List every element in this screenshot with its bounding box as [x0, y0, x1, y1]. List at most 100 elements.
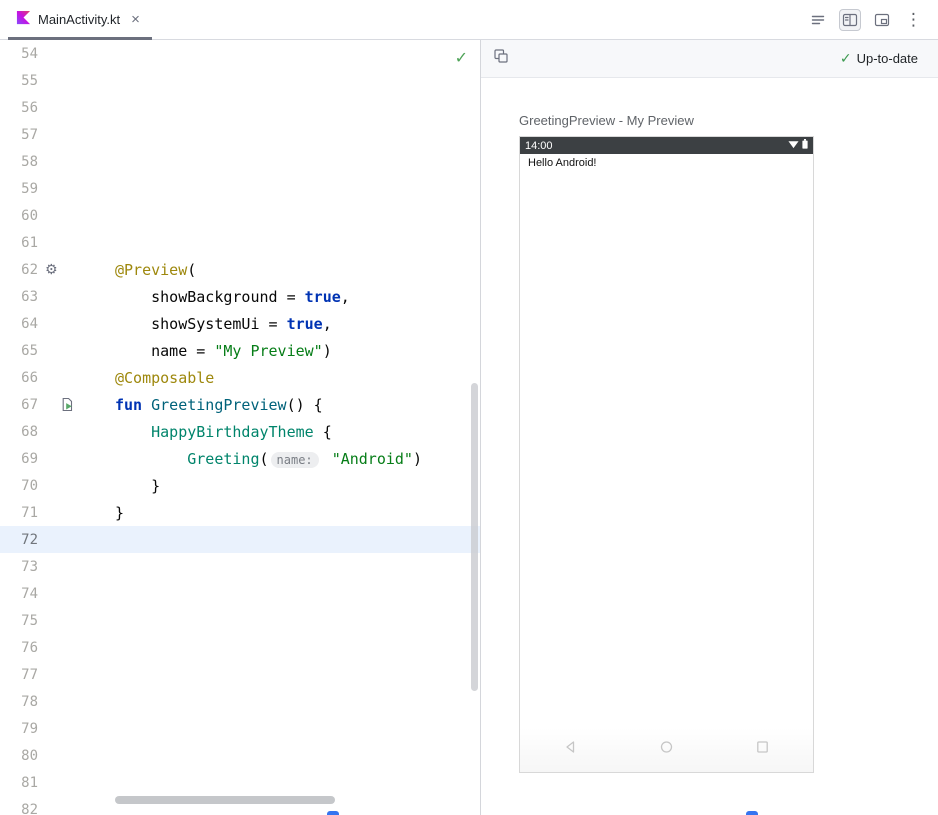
code-line-67[interactable]: 67 fun GreetingPreview() { — [0, 391, 480, 418]
preview-greeting-text: Hello Android! — [520, 154, 813, 172]
code-line-81[interactable]: 81 — [0, 769, 480, 796]
code-line-71[interactable]: 71} — [0, 499, 480, 526]
line-number: 70 — [0, 478, 38, 494]
code-text: HappyBirthdayTheme { — [110, 423, 332, 441]
line-number: 73 — [0, 559, 38, 575]
line-number: 55 — [0, 73, 38, 89]
tab-mainactivity[interactable]: MainActivity.kt × — [8, 0, 152, 40]
battery-icon — [802, 139, 808, 152]
line-number: 58 — [0, 154, 38, 170]
preview-layout-icon[interactable] — [493, 48, 509, 69]
device-nav-bar — [520, 727, 813, 772]
code-line-77[interactable]: 77 — [0, 661, 480, 688]
line-number: 68 — [0, 424, 38, 440]
line-number: 59 — [0, 181, 38, 197]
line-number: 74 — [0, 586, 38, 602]
code-line-57[interactable]: 57 — [0, 121, 480, 148]
code-text: fun GreetingPreview() { — [110, 396, 323, 414]
code-line-59[interactable]: 59 — [0, 175, 480, 202]
up-to-date-check-icon: ✓ — [840, 50, 852, 67]
line-number: 62 — [0, 262, 38, 278]
editor-vertical-scrollbar[interactable] — [471, 383, 478, 691]
code-line-72[interactable]: 72 — [0, 526, 480, 553]
code-line-61[interactable]: 61 — [0, 229, 480, 256]
line-number: 54 — [0, 46, 38, 62]
kotlin-file-icon — [16, 10, 31, 30]
code-line-56[interactable]: 56 — [0, 94, 480, 121]
line-number: 78 — [0, 694, 38, 710]
preview-title: GreetingPreview - My Preview — [519, 113, 938, 128]
code-line-79[interactable]: 79 — [0, 715, 480, 742]
line-number: 67 — [0, 397, 38, 413]
line-number: 82 — [0, 802, 38, 815]
code-text: name = "My Preview") — [110, 342, 332, 360]
code-line-68[interactable]: 68 HappyBirthdayTheme { — [0, 418, 480, 445]
line-number: 80 — [0, 748, 38, 764]
code-line-78[interactable]: 78 — [0, 688, 480, 715]
ide-window: MainActivity.kt × — [0, 0, 938, 815]
line-number: 69 — [0, 451, 38, 467]
code-text: showSystemUi = true, — [110, 315, 332, 333]
code-line-75[interactable]: 75 — [0, 607, 480, 634]
bottom-bar-fragment — [746, 811, 758, 815]
code-line-66[interactable]: 66 @Composable — [0, 364, 480, 391]
line-number: 81 — [0, 775, 38, 791]
code-editor: 54 55 56 57 58 59 6061 62 ⚙ @Preview( 63 showBackg… — [0, 40, 480, 815]
code-text: @Preview( — [110, 261, 196, 279]
line-number: 56 — [0, 100, 38, 116]
code-text: } — [110, 504, 124, 522]
code-line-62[interactable]: 62 ⚙ @Preview( — [0, 256, 480, 283]
line-number: 64 — [0, 316, 38, 332]
code-line-63[interactable]: 63 showBackground = true, — [0, 283, 480, 310]
tab-close-icon[interactable]: × — [131, 12, 140, 27]
line-number: 76 — [0, 640, 38, 656]
home-icon — [660, 740, 673, 759]
code-line-60[interactable]: 60 — [0, 202, 480, 229]
line-number: 75 — [0, 613, 38, 629]
run-preview-icon[interactable] — [60, 397, 75, 412]
split-view-icon[interactable] — [839, 9, 861, 31]
code-line-64[interactable]: 64 showSystemUi = true, — [0, 310, 480, 337]
tab-bar: MainActivity.kt × — [0, 0, 938, 40]
editor-mode-toolbar: ⋮ — [810, 9, 938, 31]
editor-lines: 54 55 56 57 58 59 6061 62 ⚙ @Preview( 63 showBackg… — [0, 40, 480, 815]
device-preview: 14:00 Hello Android! — [519, 136, 814, 773]
code-line-74[interactable]: 74 — [0, 580, 480, 607]
code-text: @Composable — [110, 369, 214, 387]
device-clock: 14:00 — [525, 140, 553, 152]
code-line-54[interactable]: 54 — [0, 40, 480, 67]
line-number: 71 — [0, 505, 38, 521]
inline-parameter-hint: name: — [271, 452, 319, 468]
editor-horizontal-scrollbar[interactable] — [115, 796, 335, 804]
code-text: showBackground = true, — [110, 288, 350, 306]
line-number: 66 — [0, 370, 38, 386]
code-line-58[interactable]: 58 — [0, 148, 480, 175]
more-options-icon[interactable]: ⋮ — [903, 11, 924, 28]
code-line-76[interactable]: 76 — [0, 634, 480, 661]
design-view-icon[interactable] — [874, 12, 890, 28]
device-status-bar: 14:00 — [520, 137, 813, 154]
up-to-date-label: Up-to-date — [857, 51, 918, 66]
code-line-65[interactable]: 65 name = "My Preview") — [0, 337, 480, 364]
code-line-55[interactable]: 55 — [0, 67, 480, 94]
line-number: 65 — [0, 343, 38, 359]
line-number: 72 — [0, 532, 38, 548]
tab-title: MainActivity.kt — [38, 12, 120, 27]
bottom-bar-fragment — [327, 811, 339, 815]
compose-preview-panel: ✓ Up-to-date GreetingPreview - My Previe… — [481, 40, 938, 815]
code-line-80[interactable]: 80 — [0, 742, 480, 769]
back-icon — [564, 740, 576, 759]
code-view-icon[interactable] — [810, 12, 826, 28]
line-number: 63 — [0, 289, 38, 305]
code-line-73[interactable]: 73 — [0, 553, 480, 580]
code-line-69[interactable]: 69 Greeting(name: "Android") — [0, 445, 480, 472]
preview-status: ✓ Up-to-date — [840, 50, 918, 67]
code-text: Greeting(name: "Android") — [110, 450, 422, 468]
preview-toolbar: ✓ Up-to-date — [481, 40, 938, 78]
preview-settings-gear-icon[interactable]: ⚙ — [45, 261, 58, 278]
line-number: 57 — [0, 127, 38, 143]
wifi-icon — [788, 140, 799, 152]
code-line-70[interactable]: 70 } — [0, 472, 480, 499]
line-number: 79 — [0, 721, 38, 737]
inspections-ok-check-icon[interactable]: ✓ — [455, 48, 468, 68]
